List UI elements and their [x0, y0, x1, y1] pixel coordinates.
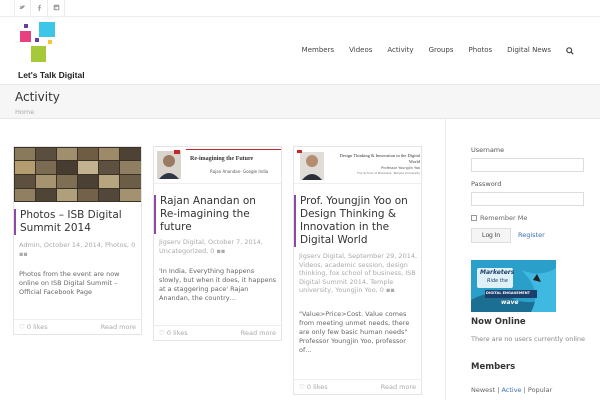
- sidebar-divider: [445, 119, 446, 400]
- post-excerpt: "Value>Price>Cost. Value comes from meet…: [299, 310, 410, 354]
- post-title[interactable]: Photos – ISB Digital Summit 2014: [14, 209, 134, 235]
- heart-icon: ♡: [19, 323, 25, 331]
- comment-icon: ▪▪: [19, 249, 28, 258]
- breadcrumb-home[interactable]: Home: [15, 108, 34, 116]
- password-input[interactable]: [471, 192, 584, 206]
- username-input[interactable]: [471, 158, 584, 172]
- likes-count[interactable]: ♡ 0 likes: [299, 383, 328, 391]
- likes-label: 0 likes: [26, 323, 48, 331]
- post-card: Re-imagining the Future Rajan Anandan- G…: [153, 146, 282, 341]
- main-nav: Members Videos Activity Groups Photos Di…: [287, 46, 574, 55]
- logo-square-green: [31, 46, 46, 62]
- post-thumbnail-video[interactable]: Re-imagining the Future Rajan Anandan- G…: [154, 147, 281, 184]
- page-title-bar: Activity Home: [0, 85, 600, 119]
- post-title[interactable]: Rajan Anandan on Re-imagining the future: [154, 195, 276, 234]
- post-meta: Admin, October 14, 2014, Photos, 0 ▪▪: [19, 241, 139, 258]
- banner-line-1: Marketers: [480, 269, 515, 276]
- read-more-link[interactable]: Read more: [241, 329, 276, 337]
- likes-count[interactable]: ♡ 0 likes: [159, 329, 188, 337]
- thumb-caption: Professor Youngjin Yoo: [381, 166, 420, 170]
- now-online-heading: Now Online: [471, 317, 526, 327]
- post-meta-text: Jigserv Digital, September 29, 2014, Vid…: [299, 252, 418, 294]
- digital-engagement-banner[interactable]: Marketers Ride the DIGITAL ENGAGEMENT wa…: [471, 260, 556, 312]
- banner-line-2: Ride the: [487, 278, 508, 284]
- remember-me-label: Remember Me: [480, 214, 528, 222]
- linkedin-icon[interactable]: [48, 0, 65, 16]
- post-meta: Jigserv Digital, October 7, 2014, Uncate…: [159, 238, 279, 255]
- heart-icon: ♡: [299, 383, 305, 391]
- likes-count[interactable]: ♡ 0 likes: [19, 323, 48, 331]
- post-thumbnail-video[interactable]: Design Thinking & Innovation in the Digi…: [294, 147, 421, 184]
- post-card: Photos – ISB Digital Summit 2014 Admin, …: [13, 146, 142, 335]
- nav-digital-news[interactable]: Digital News: [507, 46, 551, 54]
- password-label: Password: [471, 180, 502, 188]
- post-footer: ♡ 0 likes Read more: [294, 379, 421, 393]
- remember-me-checkbox[interactable]: [471, 215, 477, 221]
- now-online-text: There are no users currently online: [471, 335, 586, 343]
- post-footer: ♡ 0 likes Read more: [154, 325, 281, 339]
- logo-square-purple: [24, 24, 28, 28]
- thumb-title: Re-imagining the Future: [190, 156, 254, 162]
- logo-square-purple-small: [35, 38, 39, 42]
- post-meta-text: Admin, October 14, 2014, Photos, 0: [19, 241, 136, 249]
- read-more-link[interactable]: Read more: [381, 383, 416, 391]
- banner-line-3: DIGITAL ENGAGEMENT: [486, 291, 531, 295]
- likes-label: 0 likes: [166, 329, 188, 337]
- social-bar: [0, 0, 600, 17]
- thumb-caption: Rajan Anandan- Google India: [210, 169, 269, 174]
- nav-videos[interactable]: Videos: [349, 46, 372, 54]
- logo-square-cyan: [39, 22, 55, 37]
- members-filter-active[interactable]: Active: [501, 386, 521, 394]
- site-header: Let's Talk Digital Members Videos Activi…: [0, 17, 600, 85]
- page-title: Activity: [15, 90, 60, 104]
- heart-icon: ♡: [159, 329, 165, 337]
- post-footer: ♡ 0 likes Read more: [14, 319, 141, 333]
- logo-square-yellow: [48, 40, 52, 44]
- comment-icon: ▪▪: [216, 246, 226, 255]
- comment-icon: ▪▪: [385, 286, 395, 294]
- post-thumbnail-photo-grid[interactable]: [14, 147, 141, 202]
- search-icon[interactable]: [566, 47, 574, 55]
- login-button[interactable]: Log In: [471, 228, 511, 243]
- members-filter-popular[interactable]: Popular: [528, 386, 552, 394]
- post-excerpt: Photos from the event are now online on …: [19, 270, 120, 296]
- facebook-icon[interactable]: [31, 0, 48, 16]
- thumb-title: Design Thinking & Innovation in the Digi…: [339, 153, 420, 164]
- nav-photos[interactable]: Photos: [469, 46, 493, 54]
- thumb-subcaption: Fox School of Business, Temple Universit…: [357, 171, 420, 175]
- members-filters: Newest | Active | Popular: [471, 386, 553, 394]
- members-heading: Members: [471, 362, 516, 372]
- twitter-icon[interactable]: [14, 0, 31, 16]
- username-label: Username: [471, 146, 505, 154]
- nav-members[interactable]: Members: [302, 46, 334, 54]
- nav-groups[interactable]: Groups: [429, 46, 454, 54]
- read-more-link[interactable]: Read more: [101, 323, 136, 331]
- likes-label: 0 likes: [306, 383, 328, 391]
- logo-text: Let's Talk Digital: [18, 70, 85, 80]
- banner-line-4: wave: [501, 299, 519, 306]
- nav-activity[interactable]: Activity: [387, 46, 413, 54]
- post-excerpt: 'In India, Everything happens slowly, bu…: [159, 267, 277, 302]
- logo-square-pink: [20, 31, 31, 42]
- post-meta-text: Jigserv Digital, October 7, 2014, Uncate…: [159, 238, 263, 255]
- site-logo[interactable]: Let's Talk Digital: [18, 22, 108, 84]
- post-title[interactable]: Prof. Youngjin Yoo on Design Thinking & …: [294, 195, 416, 247]
- post-card: Design Thinking & Innovation in the Digi…: [293, 146, 422, 395]
- post-meta: Jigserv Digital, September 29, 2014, Vid…: [299, 252, 419, 295]
- members-filter-newest[interactable]: Newest: [471, 386, 495, 394]
- register-link[interactable]: Register: [518, 231, 545, 239]
